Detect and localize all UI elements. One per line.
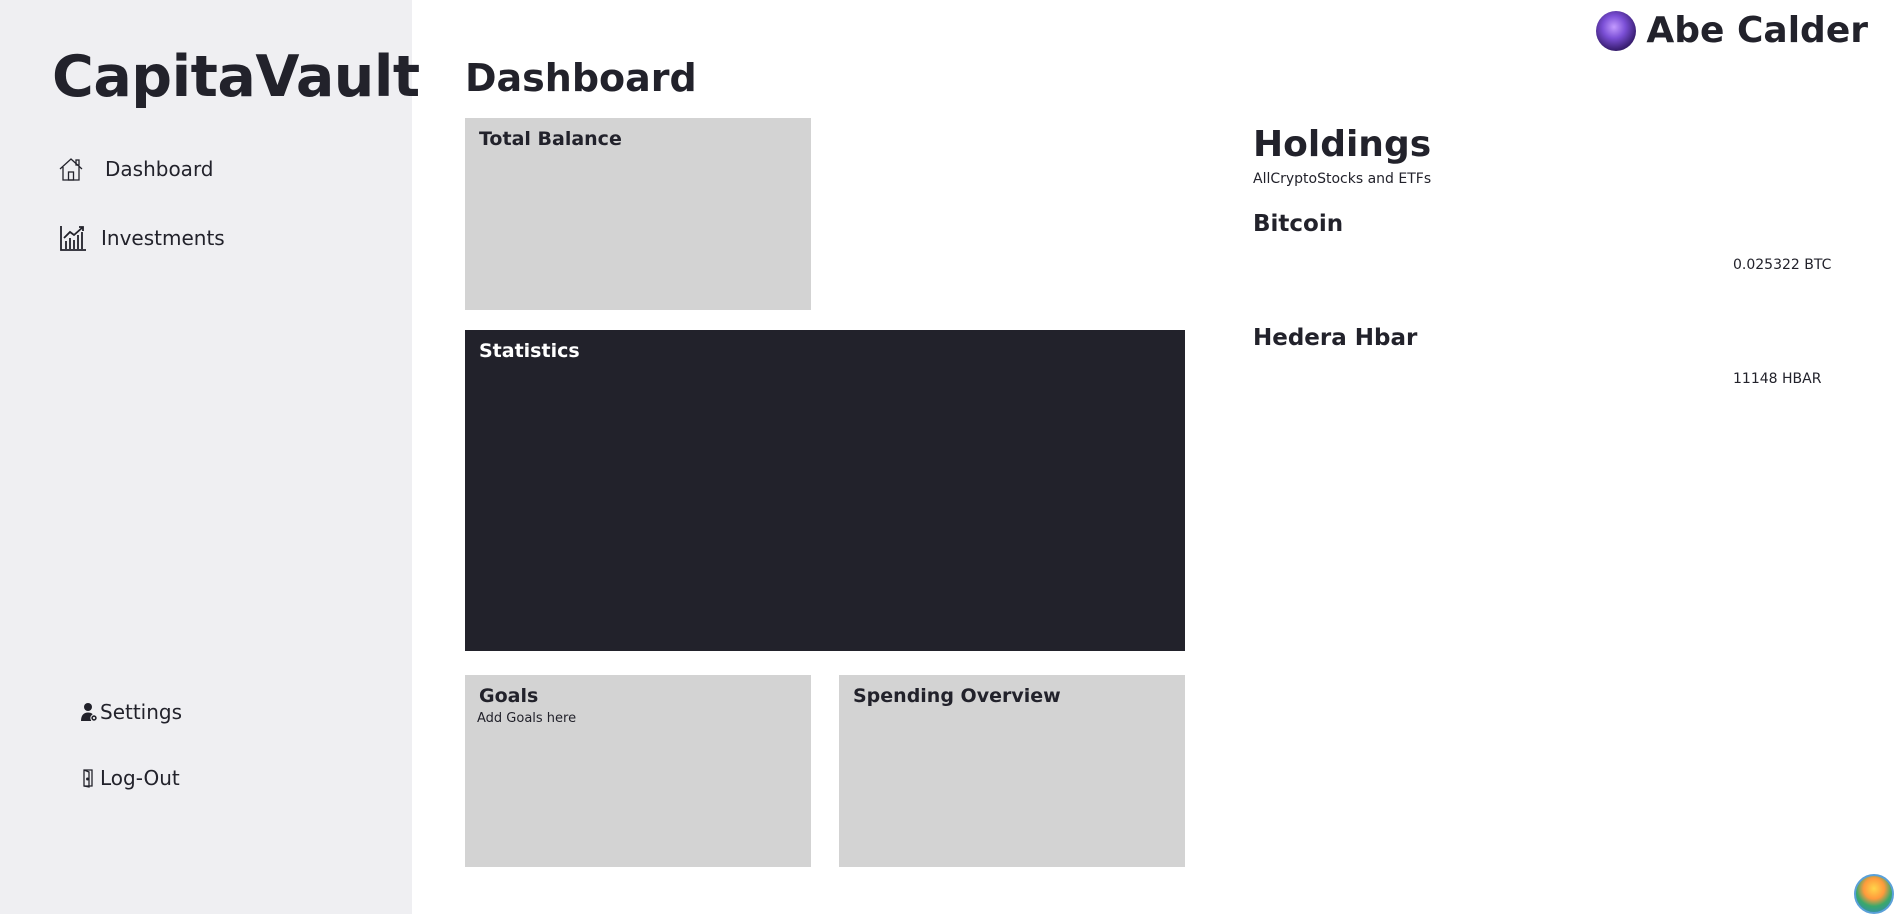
sidebar: CapitaVault Dashboard Investments Settin… — [0, 0, 420, 914]
brand-logo: CapitaVault — [52, 44, 420, 110]
card-title: Spending Overview — [853, 685, 1061, 707]
spending-overview-card: Spending Overview — [839, 675, 1185, 867]
user-profile[interactable]: Abe Calder — [1596, 10, 1868, 51]
card-title: Goals — [479, 685, 539, 707]
sidebar-item-label: Settings — [100, 700, 183, 724]
goals-placeholder: Add Goals here — [477, 711, 577, 726]
holdings-title: Holdings — [1253, 124, 1432, 165]
home-icon — [57, 155, 85, 183]
card-title: Statistics — [479, 340, 580, 362]
holding-item-bitcoin[interactable]: Bitcoin 0.025322 BTC — [1253, 187, 1833, 301]
sidebar-item-dashboard[interactable]: Dashboard — [57, 155, 214, 183]
page-title: Dashboard — [465, 56, 697, 100]
avatar — [1596, 10, 1637, 51]
total-balance-card: Total Balance — [465, 118, 811, 310]
assistant-widget-icon[interactable] — [1854, 874, 1894, 914]
user-name: Abe Calder — [1646, 10, 1868, 51]
sidebar-item-label: Investments — [101, 226, 225, 250]
chart-icon — [59, 224, 87, 252]
sidebar-item-investments[interactable]: Investments — [59, 224, 225, 252]
user-settings-icon — [80, 702, 98, 722]
card-title: Total Balance — [479, 128, 622, 150]
statistics-card: Statistics — [465, 330, 1185, 651]
logout-icon — [80, 768, 98, 788]
goals-card[interactable]: Goals Add Goals here — [465, 675, 811, 867]
sidebar-item-label: Dashboard — [105, 157, 214, 181]
holding-amount: 0.025322 BTC — [1733, 257, 1832, 273]
holding-amount: 11148 HBAR — [1733, 371, 1822, 387]
holding-name: Bitcoin — [1253, 211, 1344, 237]
sidebar-item-logout[interactable]: Log-Out — [80, 766, 180, 790]
sidebar-item-label: Log-Out — [100, 766, 180, 790]
holding-item-hedera[interactable]: Hedera Hbar 11148 HBAR — [1253, 301, 1833, 415]
sidebar-item-settings[interactable]: Settings — [80, 700, 182, 724]
holdings-panel: Holdings AllCryptoStocks and ETFs Bitcoi… — [1253, 124, 1833, 415]
holding-name: Hedera Hbar — [1253, 325, 1418, 351]
holdings-subtitle: AllCryptoStocks and ETFs — [1253, 171, 1432, 187]
app-root: CapitaVault Dashboard Investments Settin… — [0, 0, 1904, 914]
